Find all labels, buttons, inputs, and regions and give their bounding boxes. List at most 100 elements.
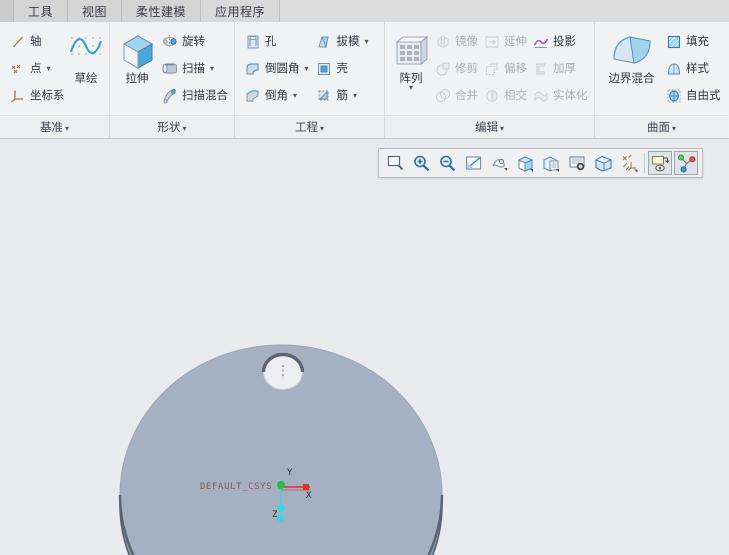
button-datum-point-label: 点 xyxy=(30,61,42,75)
ribbon-group-datum-label[interactable]: 基准 ▾ xyxy=(0,115,109,138)
ribbon-group-surfaces-label[interactable]: 曲面 ▾ xyxy=(595,115,728,138)
chevron-down-icon[interactable]: ▾ xyxy=(353,91,357,100)
button-extend-label: 延伸 xyxy=(504,34,527,48)
ribbon-group-surfaces-title: 曲面 xyxy=(646,120,670,134)
ribbon-group-engineering-label[interactable]: 工程 ▾ xyxy=(235,115,384,138)
button-merge-label: 合并 xyxy=(455,88,478,102)
named-views-icon[interactable] xyxy=(565,151,589,175)
button-datum-point[interactable]: 点 ▾ xyxy=(6,55,66,82)
chevron-down-icon[interactable]: ▾ xyxy=(409,84,413,92)
refit-icon[interactable] xyxy=(383,151,407,175)
chevron-down-icon[interactable]: ▾ xyxy=(305,64,309,73)
model-disc-with-hole[interactable]: DEFAULT_CSYS Y X Z xyxy=(0,139,729,555)
button-mirror[interactable]: 镜像 xyxy=(431,28,480,55)
button-intersect[interactable]: 相交 xyxy=(480,82,529,109)
button-shell-label: 壳 xyxy=(336,61,348,75)
button-revolve-label: 旋转 xyxy=(182,34,205,48)
thicken-icon xyxy=(531,59,550,78)
button-boundary-blend[interactable]: 边界混合 xyxy=(601,27,662,84)
button-draft[interactable]: 拔模 ▾ xyxy=(312,28,378,55)
tab-applications[interactable]: 应用程序 xyxy=(201,0,281,22)
view-manager-icon[interactable] xyxy=(539,151,563,175)
point-icon xyxy=(8,59,27,78)
datum-display-icon[interactable] xyxy=(617,151,641,175)
chevron-down-icon: ▾ xyxy=(182,124,187,133)
editing-column-a: 镜像 修剪 合并 xyxy=(431,27,480,109)
button-pattern[interactable]: 阵列 ▾ xyxy=(391,27,431,92)
repaint-icon[interactable] xyxy=(461,151,485,175)
button-shell[interactable]: 壳 xyxy=(312,55,378,82)
engineering-column-a: 孔 倒圆角 ▾ 倒角 ▾ xyxy=(241,27,312,109)
chevron-down-icon: ▾ xyxy=(64,124,69,133)
chevron-down-icon[interactable]: ▾ xyxy=(293,91,297,100)
button-rib[interactable]: 筋 ▾ xyxy=(312,82,378,109)
button-datum-axis[interactable]: 轴 xyxy=(6,28,66,55)
extend-icon xyxy=(482,32,501,51)
display-style-icon[interactable] xyxy=(591,151,615,175)
button-fill[interactable]: 填充 xyxy=(662,28,722,55)
graphics-view-toolbar xyxy=(378,148,703,178)
zoom-in-icon[interactable] xyxy=(409,151,433,175)
button-trim[interactable]: 修剪 xyxy=(431,55,480,82)
ribbon-group-editing-body: 阵列 ▾ 镜像 修剪 合并 延伸 偏移 相交 投影 加厚 实体化 xyxy=(385,22,594,115)
annotation-display-icon[interactable] xyxy=(648,151,672,175)
button-project[interactable]: 投影 xyxy=(529,28,590,55)
spin-center-icon[interactable] xyxy=(487,151,511,175)
button-round[interactable]: 倒圆角 ▾ xyxy=(241,55,312,82)
saved-orientations-icon[interactable] xyxy=(513,151,537,175)
button-style-label: 样式 xyxy=(686,61,709,75)
button-revolve[interactable]: 旋转 xyxy=(158,28,230,55)
shapes-small-column: 旋转 扫描 ▾ 扫描混合 xyxy=(158,27,230,109)
rib-icon xyxy=(314,86,333,105)
chevron-down-icon: ▾ xyxy=(671,124,676,133)
button-style[interactable]: 样式 xyxy=(662,55,722,82)
button-mirror-label: 镜像 xyxy=(455,34,478,48)
button-thicken[interactable]: 加厚 xyxy=(529,55,590,82)
ribbon-group-editing: 阵列 ▾ 镜像 修剪 合并 延伸 偏移 相交 投影 加厚 实体化 编辑 ▾ xyxy=(385,22,595,138)
button-datum-csys[interactable]: 坐标系 xyxy=(6,82,66,109)
button-extrude[interactable]: 拉伸 xyxy=(116,27,158,84)
ribbon-group-surfaces: 边界混合 填充 样式 自由式 曲面 ▾ xyxy=(595,22,728,138)
button-extend[interactable]: 延伸 xyxy=(480,28,529,55)
chevron-down-icon[interactable]: ▾ xyxy=(210,64,214,73)
tab-tools[interactable]: 工具 xyxy=(14,0,69,22)
button-hole[interactable]: 孔 xyxy=(241,28,312,55)
ribbon-group-engineering-body: 孔 倒圆角 ▾ 倒角 ▾ 拔模 ▾ 壳 筋 ▾ xyxy=(235,22,384,115)
button-merge[interactable]: 合并 xyxy=(431,82,480,109)
ribbon-group-shapes-label[interactable]: 形状 ▾ xyxy=(110,115,234,138)
ribbon-group-shapes-body: 拉伸 旋转 扫描 ▾ 扫描混合 xyxy=(110,22,234,115)
style-icon xyxy=(664,59,683,78)
csys-icon xyxy=(8,86,27,105)
button-sketch[interactable]: 草绘 xyxy=(66,27,106,84)
button-solidify[interactable]: 实体化 xyxy=(529,82,590,109)
chevron-down-icon: ▾ xyxy=(319,124,324,133)
tab-view-label: 视图 xyxy=(82,4,108,19)
chevron-down-icon[interactable]: ▾ xyxy=(47,64,51,73)
zoom-out-icon[interactable] xyxy=(435,151,459,175)
graphics-window[interactable]: DEFAULT_CSYS Y X Z xyxy=(0,139,729,555)
button-swept-blend[interactable]: 扫描混合 xyxy=(158,82,230,109)
hole-icon xyxy=(243,32,262,51)
ribbon: 轴 点 ▾ 坐标系 草绘 基准 ▾ 拉伸 旋转 扫描 ▾ 扫描混合 形状 ▾ 孔… xyxy=(0,22,729,139)
button-rib-label: 筋 xyxy=(336,88,348,102)
chevron-down-icon[interactable]: ▾ xyxy=(364,37,368,46)
spin-center-toggle-icon[interactable] xyxy=(674,151,698,175)
button-freestyle[interactable]: 自由式 xyxy=(662,82,722,109)
ribbon-group-surfaces-body: 边界混合 填充 样式 自由式 xyxy=(595,22,728,115)
tab-flexible-modeling[interactable]: 柔性建模 xyxy=(122,0,202,22)
button-sweep[interactable]: 扫描 ▾ xyxy=(158,55,230,82)
merge-icon xyxy=(433,86,452,105)
ribbon-tab-strip: 工具 视图 柔性建模 应用程序 xyxy=(0,0,729,23)
editing-column-b: 延伸 偏移 相交 xyxy=(480,27,529,109)
tab-view[interactable]: 视图 xyxy=(68,0,123,22)
tab-tools-label: 工具 xyxy=(28,4,54,19)
surfaces-small-column: 填充 样式 自由式 xyxy=(662,27,722,109)
button-offset[interactable]: 偏移 xyxy=(480,55,529,82)
tab-flexible-modeling-label: 柔性建模 xyxy=(136,4,187,19)
engineering-column-b: 拔模 ▾ 壳 筋 ▾ xyxy=(312,27,378,109)
ribbon-group-shapes: 拉伸 旋转 扫描 ▾ 扫描混合 形状 ▾ xyxy=(110,22,235,138)
button-chamfer[interactable]: 倒角 ▾ xyxy=(241,82,312,109)
ribbon-group-editing-title: 编辑 xyxy=(474,120,498,134)
axis-z-point xyxy=(277,504,285,512)
ribbon-group-editing-label[interactable]: 编辑 ▾ xyxy=(385,115,594,138)
